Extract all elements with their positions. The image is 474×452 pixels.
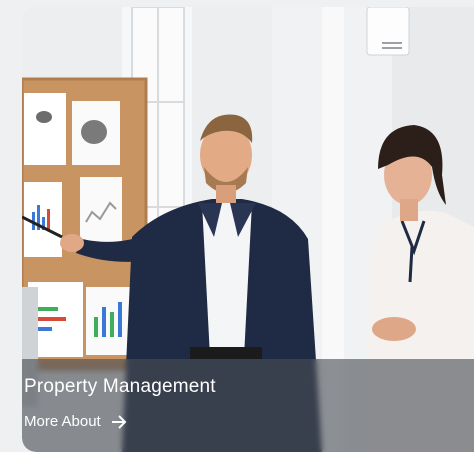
- card-caption-overlay: [22, 359, 474, 452]
- card-title[interactable]: Property Management: [24, 376, 216, 398]
- arrow-right-icon: [111, 414, 127, 429]
- more-about-label: More About: [24, 413, 101, 430]
- more-about-link[interactable]: More About: [24, 413, 127, 430]
